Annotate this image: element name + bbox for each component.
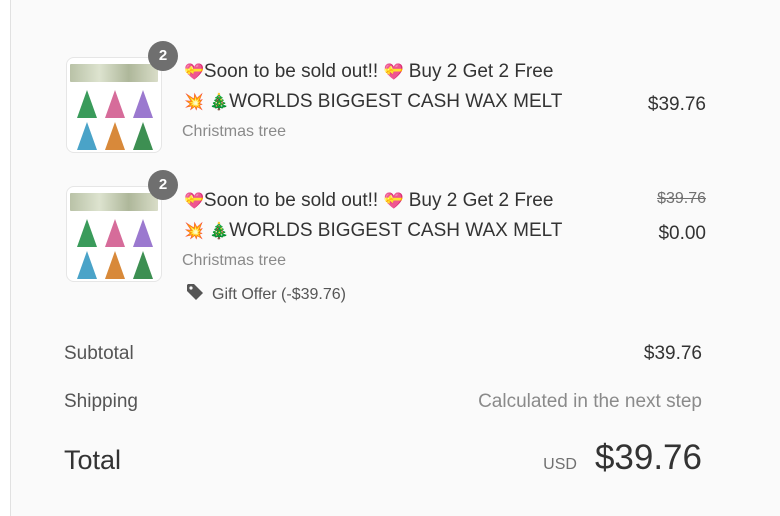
total-amount: $39.76 (594, 438, 702, 477)
product-image (66, 57, 162, 153)
shipping-row: Shipping Calculated in the next step (64, 391, 702, 413)
discount-line: Gift Offer (-$39.76) (186, 283, 346, 306)
original-price: $39.76 (657, 190, 706, 207)
product-image (66, 186, 162, 282)
heart-ribbon-emoji-icon: 💝 (184, 193, 204, 210)
shipping-value: Calculated in the next step (478, 391, 702, 412)
product-title: 💝Soon to be sold out!! 💝 Buy 2 Get 2 Fre… (184, 61, 563, 112)
heart-ribbon-emoji-icon: 💝 (184, 64, 204, 81)
collision-emoji-icon: 💥 (184, 223, 204, 240)
quantity-badge: 2 (148, 41, 178, 71)
christmas-tree-emoji-icon: 🎄 (209, 94, 230, 111)
item-price: $39.76 (647, 94, 706, 115)
item-price: $0.00 (658, 223, 706, 244)
subtotal-row: Subtotal $39.76 (64, 343, 702, 365)
currency-code: USD (543, 456, 577, 473)
product-variant: Christmas tree (182, 252, 287, 269)
quantity-badge: 2 (148, 170, 178, 200)
total-amount-group: USD $39.76 (543, 438, 702, 478)
product-thumbnail: 2 (66, 41, 178, 153)
order-summary-panel: 2 💝Soon to be sold out!! 💝 Buy 2 Get 2 F… (10, 0, 780, 516)
shipping-label: Shipping (64, 391, 138, 412)
discount-text: Gift Offer (-$39.76) (212, 285, 346, 303)
christmas-tree-emoji-icon: 🎄 (209, 223, 230, 240)
total-row: Total USD $39.76 (64, 438, 702, 478)
line-item: 2 💝Soon to be sold out!! 💝 Buy 2 Get 2 F… (66, 41, 706, 157)
product-title: 💝Soon to be sold out!! 💝 Buy 2 Get 2 Fre… (184, 190, 563, 241)
heart-ribbon-emoji-icon: 💝 (383, 64, 404, 81)
tag-icon (186, 283, 204, 306)
subtotal-label: Subtotal (64, 343, 134, 364)
product-thumbnail: 2 (66, 170, 178, 282)
heart-ribbon-emoji-icon: 💝 (383, 193, 404, 210)
product-variant: Christmas tree (182, 123, 287, 140)
total-label: Total (64, 445, 122, 475)
line-item: 2 💝Soon to be sold out!! 💝 Buy 2 Get 2 F… (66, 170, 706, 310)
subtotal-value: $39.76 (643, 343, 702, 364)
collision-emoji-icon: 💥 (184, 94, 204, 111)
